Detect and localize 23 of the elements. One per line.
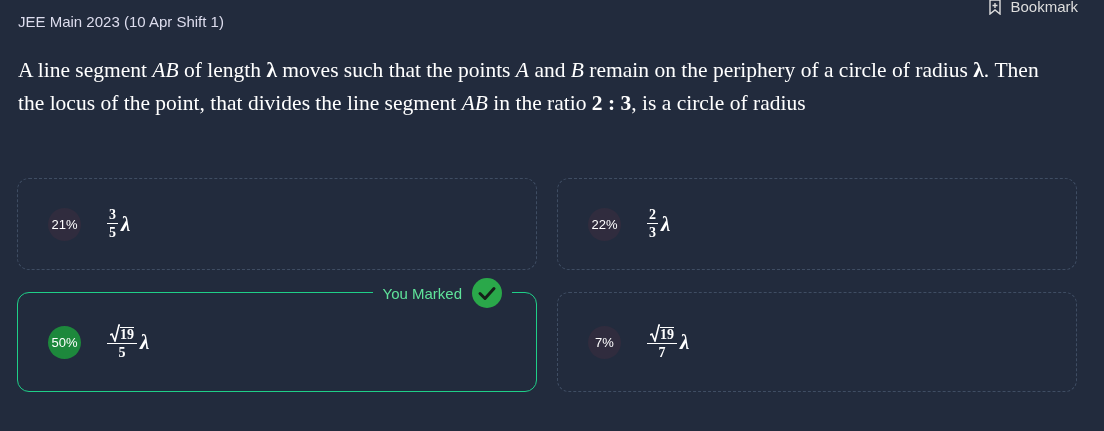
percent-badge: 21% [48, 207, 81, 241]
percent-badge: 50% [48, 325, 81, 359]
numerator: 19 [660, 327, 674, 342]
numerator: 19 [120, 327, 134, 342]
variable: λ [140, 329, 150, 355]
question-text: A line segment AB of length λ moves such that the points A and B remain on the periphery of a circle of radius λ. Then the locus of the point, that divides the line segment AB in the ratio 2 : 3, is a circle of radius [18, 57, 1040, 117]
denominator: 5 [118, 344, 126, 360]
percent-badge: 7% [588, 325, 621, 359]
numerator: 2 [647, 208, 658, 224]
denominator: 3 [649, 224, 656, 240]
exam-title: JEE Main 2023 (10 Apr Shift 1) [18, 13, 224, 30]
check-circle-icon [472, 278, 502, 308]
bookmark-plus-icon [988, 0, 1003, 15]
denominator: 5 [109, 224, 116, 240]
variable: λ [680, 329, 690, 355]
variable: λ [121, 211, 131, 237]
numerator: 3 [107, 208, 118, 224]
square-root-icon [110, 324, 120, 342]
percent-badge: 22% [588, 207, 621, 241]
variable: λ [661, 211, 671, 237]
bookmark-button[interactable]: Bookmark [988, 0, 1078, 15]
square-root-icon [650, 324, 660, 342]
denominator: 7 [658, 344, 666, 360]
